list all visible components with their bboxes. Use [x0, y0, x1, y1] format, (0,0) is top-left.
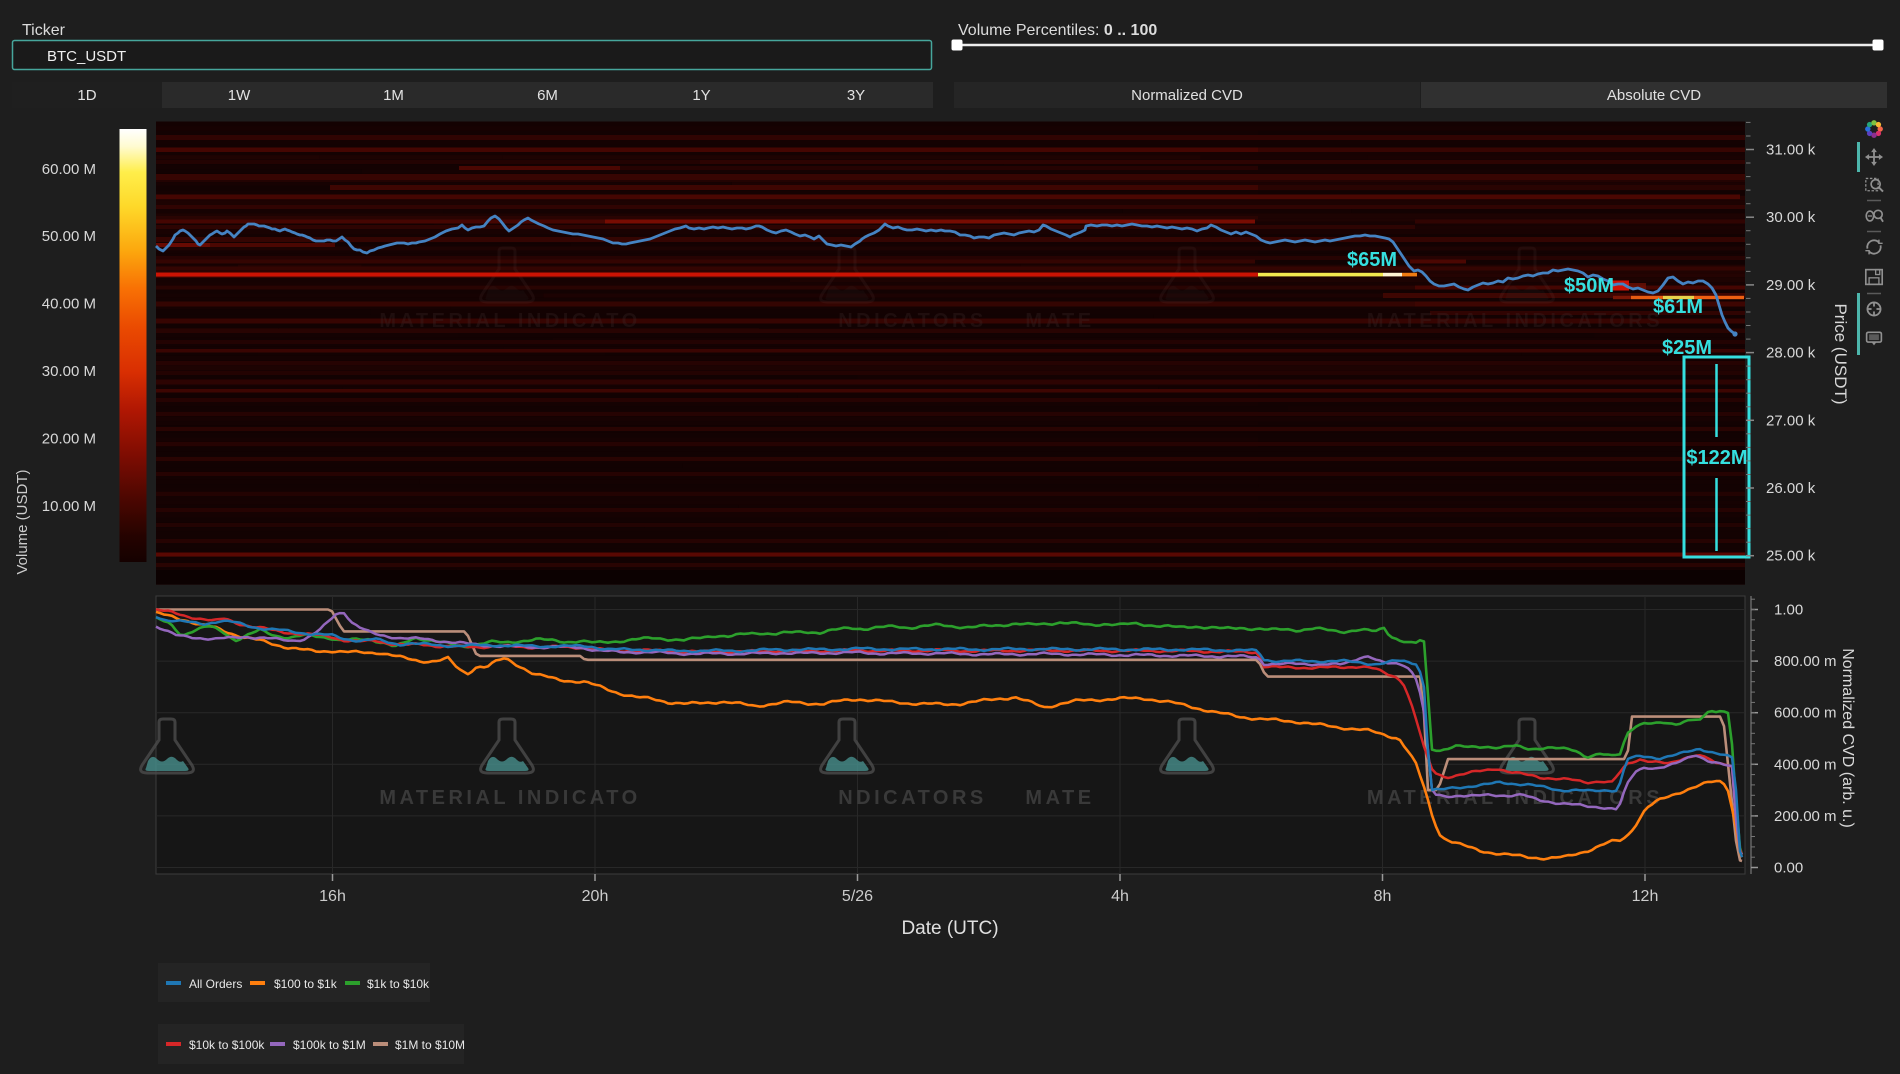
svg-text:20.00 M: 20.00 M [42, 431, 96, 448]
svg-text:MATE: MATE [1025, 310, 1094, 332]
svg-text:Ticker: Ticker [22, 22, 66, 39]
svg-text:25.00 k: 25.00 k [1766, 548, 1816, 565]
svg-text:20h: 20h [582, 888, 609, 905]
svg-text:30.00 k: 30.00 k [1766, 209, 1816, 226]
svg-text:8h: 8h [1374, 888, 1392, 905]
svg-text:$100 to $1k: $100 to $1k [274, 977, 338, 991]
svg-text:12h: 12h [1632, 888, 1659, 905]
svg-text:4h: 4h [1111, 888, 1129, 905]
svg-text:60.00 M: 60.00 M [42, 161, 96, 178]
svg-text:Date (UTC): Date (UTC) [901, 918, 998, 939]
svg-text:Price (USDT): Price (USDT) [1831, 303, 1850, 404]
svg-text:800.00 m: 800.00 m [1774, 653, 1837, 670]
svg-text:1M: 1M [383, 87, 404, 104]
svg-text:BTC_USDT: BTC_USDT [47, 48, 126, 65]
svg-text:5/26: 5/26 [842, 888, 873, 905]
svg-text:Normalized CVD (arb. u.): Normalized CVD (arb. u.) [1839, 648, 1856, 828]
svg-text:400.00 m: 400.00 m [1774, 756, 1837, 773]
svg-text:$50M: $50M [1564, 275, 1614, 297]
svg-text:$10k to $100k: $10k to $100k [189, 1038, 265, 1052]
svg-text:30.00 M: 30.00 M [42, 363, 96, 380]
svg-text:NDICATORS: NDICATORS [838, 787, 987, 809]
svg-text:26.00 k: 26.00 k [1766, 480, 1816, 497]
svg-text:31.00 k: 31.00 k [1766, 142, 1816, 159]
svg-text:$1M to $10M: $1M to $10M [395, 1038, 465, 1052]
svg-text:10.00 M: 10.00 M [42, 498, 96, 515]
svg-text:600.00 m: 600.00 m [1774, 705, 1837, 722]
svg-text:Volume (USDT): Volume (USDT) [14, 469, 31, 574]
svg-text:28.00 k: 28.00 k [1766, 345, 1816, 362]
svg-text:6M: 6M [537, 87, 558, 104]
svg-text:MATERIAL INDICATORS: MATERIAL INDICATORS [1367, 310, 1663, 332]
svg-text:MATE: MATE [1025, 787, 1094, 809]
svg-text:MATERIAL INDICATO: MATERIAL INDICATO [379, 310, 640, 332]
svg-text:$65M: $65M [1347, 249, 1397, 271]
svg-text:$61M: $61M [1653, 296, 1703, 318]
svg-text:All Orders: All Orders [189, 977, 242, 991]
svg-text:$25M: $25M [1662, 337, 1712, 359]
svg-text:3Y: 3Y [847, 87, 865, 104]
svg-text:1D: 1D [77, 87, 96, 104]
svg-text:Absolute CVD: Absolute CVD [1607, 87, 1701, 104]
svg-text:1Y: 1Y [692, 87, 710, 104]
svg-text:MATERIAL INDICATO: MATERIAL INDICATO [379, 787, 640, 809]
svg-text:50.00 M: 50.00 M [42, 228, 96, 245]
svg-text:NDICATORS: NDICATORS [838, 310, 987, 332]
svg-text:$1k to $10k: $1k to $10k [367, 977, 430, 991]
svg-text:$122M: $122M [1686, 447, 1747, 469]
svg-text:16h: 16h [319, 888, 346, 905]
svg-text:1.00: 1.00 [1774, 602, 1803, 619]
svg-text:0.00: 0.00 [1774, 860, 1803, 877]
svg-text:27.00 k: 27.00 k [1766, 412, 1816, 429]
svg-text:1W: 1W [228, 87, 251, 104]
svg-text:200.00 m: 200.00 m [1774, 808, 1837, 825]
svg-text:29.00 k: 29.00 k [1766, 277, 1816, 294]
svg-text:Normalized CVD: Normalized CVD [1131, 87, 1243, 104]
svg-text:40.00 M: 40.00 M [42, 296, 96, 313]
svg-text:Volume Percentiles: 0 .. 100: Volume Percentiles: 0 .. 100 [958, 22, 1157, 39]
svg-text:$100k to $1M: $100k to $1M [293, 1038, 366, 1052]
